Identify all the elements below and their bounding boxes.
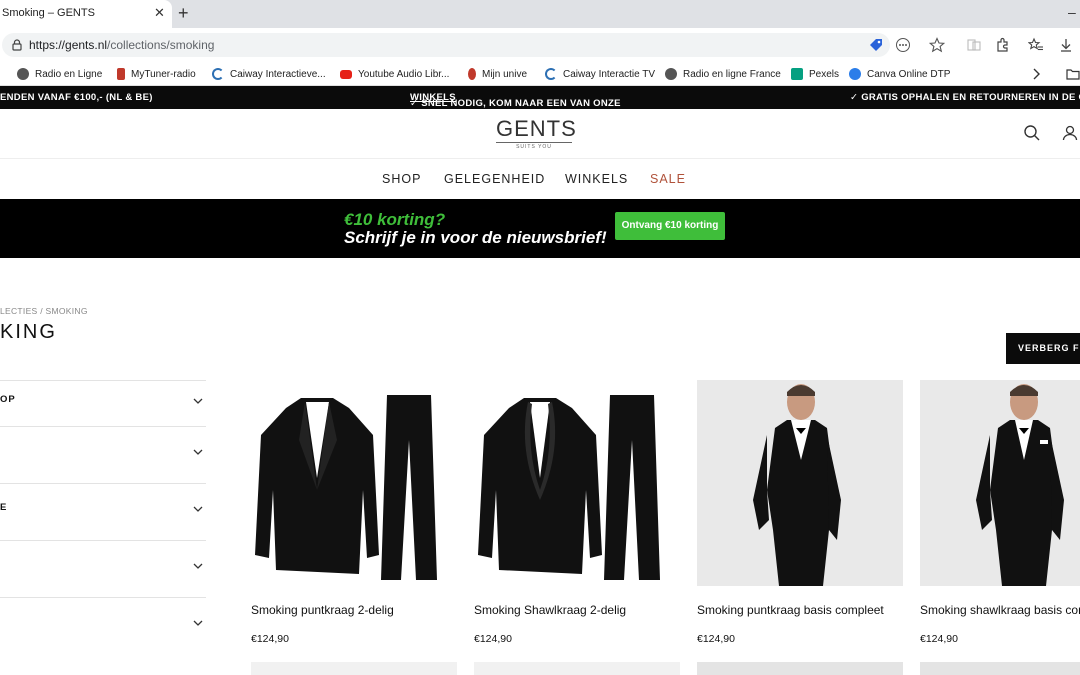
newsletter-signup-button[interactable]: Ontvang €10 korting: [615, 212, 725, 240]
download-icon[interactable]: [1058, 37, 1074, 53]
bookmark-mytuner[interactable]: MyTuner-radio: [117, 66, 196, 82]
bookmark-radio-en-ligne[interactable]: Radio en Ligne: [17, 66, 102, 82]
nav-sale[interactable]: SALE: [650, 172, 686, 186]
filter-sidebar: OP E: [0, 380, 206, 654]
newsletter-subline: Schrijf je in voor de nieuwsbrief!: [344, 228, 607, 247]
filter-group[interactable]: E: [0, 483, 206, 540]
model-tuxedo-image: [753, 384, 841, 586]
radio-icon: [17, 68, 29, 80]
filter-group[interactable]: [0, 426, 206, 483]
filter-group[interactable]: OP: [0, 380, 206, 426]
newsletter-headline: €10 korting?: [344, 210, 446, 229]
bookmark-mijn-unive[interactable]: Mijn unive: [468, 66, 527, 82]
unive-icon: [468, 68, 476, 80]
split-screen-icon[interactable]: [966, 37, 982, 53]
product-image[interactable]: [251, 662, 457, 675]
promo-stores: ✓ SNEL NODIG, KOM NAAR EEN VAN ONZE WINK…: [410, 92, 621, 109]
promo-shipping: ENDEN VANAF €100,- (NL & BE): [0, 92, 153, 103]
favorite-star-icon[interactable]: [929, 37, 945, 53]
mytuner-icon: [117, 68, 125, 80]
product-price: €124,90: [474, 633, 512, 645]
site-header: GENTS SUITS YOU: [0, 109, 1080, 159]
bookmark-caiway-tv[interactable]: Caiway Interactie TV: [545, 66, 655, 82]
product-image[interactable]: [474, 662, 680, 675]
bookmark-canva[interactable]: Canva Online DTP: [849, 66, 950, 82]
tuxedo-2pc-image: [255, 395, 437, 580]
address-bar: https://gents.nl/collections/smoking: [0, 28, 1080, 62]
product-name[interactable]: Smoking Shawlkraag 2-delig: [474, 603, 626, 617]
radio-icon: [665, 68, 677, 80]
chevron-down-icon: [193, 506, 203, 512]
chevron-down-icon: [193, 398, 203, 404]
product-price: €124,90: [697, 633, 735, 645]
gents-logo[interactable]: GENTS SUITS YOU: [496, 117, 576, 151]
filter-group[interactable]: [0, 540, 206, 597]
account-icon[interactable]: [1061, 124, 1079, 142]
product-image[interactable]: [920, 380, 1080, 586]
chevron-down-icon: [193, 620, 203, 626]
caiway-icon: [212, 68, 224, 80]
bookmark-radio-france[interactable]: Radio en ligne France: [665, 66, 781, 82]
filter-label: E: [0, 502, 8, 513]
url-field[interactable]: https://gents.nl/collections/smoking: [2, 33, 945, 57]
filter-group[interactable]: [0, 597, 206, 654]
minimize-icon[interactable]: –: [1068, 4, 1076, 20]
youtube-icon: [340, 69, 352, 79]
chevron-down-icon: [193, 563, 203, 569]
newsletter-banner: €10 korting? Schrijf je in voor de nieuw…: [0, 199, 1080, 258]
promo-bar: ENDEN VANAF €100,- (NL & BE) ✓ SNEL NODI…: [0, 86, 1080, 109]
main-nav: SHOP GELEGENHEID WINKELS SALE: [0, 160, 1080, 198]
url-host: https://gents.nl: [29, 38, 108, 52]
nav-gelegenheid[interactable]: GELEGENHEID: [444, 172, 545, 186]
bookmark-caiway-interactieve[interactable]: Caiway Interactieve...: [212, 66, 326, 82]
product-image[interactable]: [474, 380, 680, 586]
product-name[interactable]: Smoking puntkraag basis compleet: [697, 603, 884, 617]
folder-icon[interactable]: [1066, 67, 1080, 81]
favorites-icon[interactable]: [1028, 37, 1044, 53]
site-info-icon[interactable]: [10, 38, 24, 52]
filter-label: OP: [0, 394, 16, 405]
coupon-tag-icon[interactable]: [868, 37, 884, 53]
product-price: €124,90: [251, 633, 289, 645]
browser-tab-bar: Smoking – GENTS ✕ + –: [0, 0, 1080, 28]
promo-returns: ✓ GRATIS OPHALEN EN RETOURNEREN IN DE GE: [850, 92, 1080, 103]
browser-tab[interactable]: Smoking – GENTS ✕: [0, 0, 172, 28]
product-image[interactable]: [697, 380, 903, 586]
tuxedo-shawl-2pc-image: [478, 395, 660, 580]
url-path: /collections/smoking: [107, 38, 215, 52]
tab-title: Smoking – GENTS: [2, 7, 95, 19]
bookmarks-bar: Radio en Ligne MyTuner-radio Caiway Inte…: [0, 62, 1080, 86]
bookmark-pexels[interactable]: Pexels: [791, 66, 839, 82]
product-image[interactable]: [920, 662, 1080, 675]
nav-shop[interactable]: SHOP: [382, 172, 421, 186]
pexels-icon: [791, 68, 803, 80]
canva-icon: [849, 68, 861, 80]
extensions-icon[interactable]: [995, 37, 1011, 53]
product-name[interactable]: Smoking puntkraag 2-delig: [251, 603, 394, 617]
caiway-icon: [545, 68, 557, 80]
url-text: https://gents.nl/collections/smoking: [29, 38, 214, 52]
search-icon[interactable]: [1023, 124, 1041, 142]
new-tab-icon[interactable]: +: [178, 3, 189, 24]
page-title: KING: [0, 321, 57, 343]
more-options-icon[interactable]: [895, 37, 911, 53]
product-name[interactable]: Smoking shawlkraag basis com: [920, 603, 1080, 617]
hide-filters-button[interactable]: VERBERG FI: [1006, 333, 1080, 364]
breadcrumb[interactable]: LECTIES / SMOKING: [0, 306, 88, 316]
close-tab-icon[interactable]: ✕: [154, 5, 165, 21]
product-image[interactable]: [697, 662, 903, 675]
product-image[interactable]: [251, 380, 457, 586]
chevron-right-icon[interactable]: [1030, 67, 1042, 81]
chevron-down-icon: [193, 449, 203, 455]
model-shawl-tuxedo-image: [976, 384, 1064, 586]
bookmark-youtube-audio[interactable]: Youtube Audio Libr...: [340, 66, 449, 82]
nav-winkels[interactable]: WINKELS: [565, 172, 628, 186]
product-price: €124,90: [920, 633, 958, 645]
